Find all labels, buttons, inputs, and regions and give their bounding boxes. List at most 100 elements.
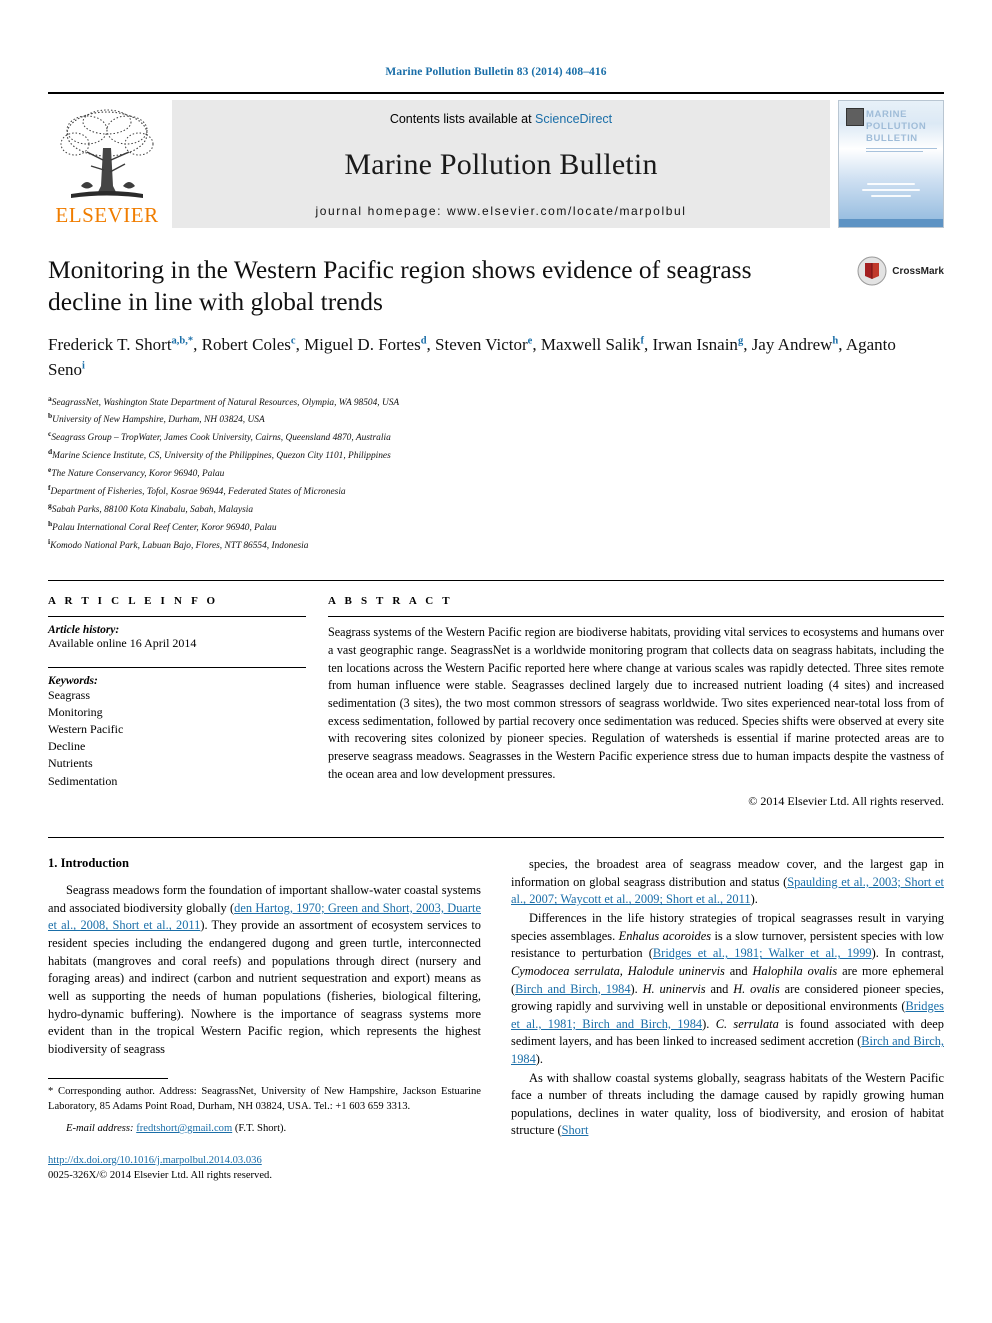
citation-link[interactable]: Short xyxy=(562,1123,589,1137)
crossmark-badge[interactable]: CrossMark xyxy=(857,256,944,286)
citation-link[interactable]: Birch and Birch, 1984 xyxy=(515,982,630,996)
body-paragraph: As with shallow coastal systems globally… xyxy=(511,1070,944,1140)
paragraph-text: ). xyxy=(535,1051,544,1066)
paragraph-text: ). In contrast, xyxy=(871,946,944,961)
journal-homepage[interactable]: journal homepage: www.elsevier.com/locat… xyxy=(315,204,686,218)
paragraph-text: ). xyxy=(750,892,758,907)
cover-badge-icon xyxy=(846,108,864,126)
keyword-item: Decline xyxy=(48,739,86,754)
cover-title-line1: MARINE xyxy=(866,109,908,120)
elsevier-logo: ELSEVIER xyxy=(48,100,166,228)
email-label: E-mail address: xyxy=(66,1123,134,1135)
author-affiliation-marker: f xyxy=(640,335,644,347)
doi-link[interactable]: http://dx.doi.org/10.1016/j.marpolbul.20… xyxy=(48,1155,262,1166)
citation-link[interactable]: Bridges et al., 1981; Walker et al., 199… xyxy=(653,946,872,960)
keyword-item: Monitoring xyxy=(48,705,103,720)
running-head: Marine Pollution Bulletin 83 (2014) 408–… xyxy=(385,66,607,78)
author-name: Jay Andrew xyxy=(751,335,833,355)
body-paragraph: species, the broadest area of seagrass m… xyxy=(511,856,944,909)
keywords-list: Seagrass Monitoring Western Pacific Decline… xyxy=(48,687,306,789)
sciencedirect-link[interactable]: ScienceDirect xyxy=(535,112,612,126)
issn-copyright-line: 0025-326X/© 2014 Elsevier Ltd. All right… xyxy=(48,1170,273,1182)
affiliation-item: fDepartment of Fisheries, Tofol, Kosrae … xyxy=(48,483,346,498)
author-affiliation-marker: i xyxy=(82,360,85,372)
author-list: Frederick T. Shorta,b,*, Robert Colesc, … xyxy=(48,335,896,379)
page-title: Monitoring in the Western Pacific region… xyxy=(48,255,752,316)
author-affiliation-marker: h xyxy=(832,335,839,347)
affiliation-item: dMarine Science Institute, CS, Universit… xyxy=(48,447,391,462)
keywords-rule xyxy=(48,667,306,669)
body-paragraph: Differences in the life history strategi… xyxy=(511,910,944,1068)
affiliation-marker: b xyxy=(48,411,53,421)
keywords-label: Keywords: xyxy=(48,675,98,688)
keyword-item: Nutrients xyxy=(48,756,93,771)
body-columns: 1. Introduction Seagrass meadows form th… xyxy=(48,837,944,1183)
affiliation-item: cSeagrass Group – TropWater, James Cook … xyxy=(48,429,391,444)
species-name: H. uninervis xyxy=(642,981,706,996)
article-info-heading: A R T I C L E I N F O xyxy=(48,595,219,608)
affiliation-item: bUniversity of New Hampshire, Durham, NH… xyxy=(48,411,265,426)
keywords-block: Keywords: Seagrass Monitoring Western Paci… xyxy=(48,667,306,789)
right-column-paragraphs: species, the broadest area of seagrass m… xyxy=(511,856,944,1140)
cover-wave-graphic xyxy=(857,183,925,201)
affiliation-item: eThe Nature Conservancy, Koror 96940, Pa… xyxy=(48,465,225,480)
species-name: Enhalus acoroides xyxy=(618,928,712,943)
info-abstract-section: A R T I C L E I N F O Article history: A… xyxy=(48,580,944,809)
article-info-rule xyxy=(48,616,306,618)
abstract-rule xyxy=(328,616,944,618)
author-affiliation-marker: d xyxy=(420,335,427,347)
paragraph-text: and xyxy=(705,981,734,996)
author-name: Irwan Isnain xyxy=(652,335,738,355)
journal-masthead: ELSEVIER Contents lists available at Sci… xyxy=(48,92,944,228)
affiliation-item: hPalau International Coral Reef Center, … xyxy=(48,519,277,534)
journal-article-page: Marine Pollution Bulletin 83 (2014) 408–… xyxy=(0,0,992,1323)
author-name: Frederick T. Short xyxy=(48,335,172,355)
species-name: Halophila ovalis xyxy=(752,963,838,978)
affiliation-list: aSeagrassNet, Washington State Departmen… xyxy=(48,393,944,555)
affiliation-marker: e xyxy=(48,465,52,475)
email-link[interactable]: fredtshort@gmail.com xyxy=(136,1123,232,1134)
cover-bottom-strip xyxy=(839,219,943,227)
affiliation-item: iKomodo National Park, Labuan Bajo, Flor… xyxy=(48,537,309,552)
body-paragraph: Seagrass meadows form the foundation of … xyxy=(48,882,481,1058)
affiliation-marker: c xyxy=(48,429,52,439)
corresponding-author-note: * Corresponding author. Address: Seagras… xyxy=(48,1086,481,1113)
journal-title: Marine Pollution Bulletin xyxy=(344,148,658,181)
section-heading-introduction: 1. Introduction xyxy=(48,856,129,871)
affiliation-marker: d xyxy=(48,447,53,457)
title-area: Monitoring in the Western Pacific region… xyxy=(48,254,944,317)
keyword-item: Sedimentation xyxy=(48,773,118,788)
body-column-left: 1. Introduction Seagrass meadows form th… xyxy=(48,856,481,1183)
doi-block: http://dx.doi.org/10.1016/j.marpolbul.20… xyxy=(48,1153,481,1184)
affiliation-marker: h xyxy=(48,519,53,529)
article-history-label: Article history: xyxy=(48,624,120,637)
cover-title-line2: POLLUTION xyxy=(866,121,927,133)
abstract-heading: A B S T R A C T xyxy=(328,595,453,608)
keyword-item: Western Pacific xyxy=(48,722,124,737)
affiliation-item: aSeagrassNet, Washington State Departmen… xyxy=(48,393,400,408)
email-suffix: (F.T. Short). xyxy=(234,1123,287,1135)
author-affiliation-marker: c xyxy=(290,335,296,347)
abstract-column: A B S T R A C T Seagrass systems of the … xyxy=(328,595,944,809)
cover-divider xyxy=(866,148,937,150)
keyword-item: Seagrass xyxy=(48,688,90,703)
article-history-value: Available online 16 April 2014 xyxy=(48,636,197,651)
species-name: Cymodocea serrulata, Halodule uninervis xyxy=(511,963,725,978)
article-info-column: A R T I C L E I N F O Article history: A… xyxy=(48,595,328,809)
affiliation-marker: f xyxy=(48,483,51,493)
affiliation-marker: i xyxy=(48,537,51,547)
footnote-area: * Corresponding author. Address: Seagras… xyxy=(48,1074,481,1183)
cover-title: MARINE POLLUTION BULLETIN xyxy=(866,109,937,153)
journal-cover-thumbnail: MARINE POLLUTION BULLETIN xyxy=(838,100,944,228)
species-name: C. serrulata xyxy=(715,1016,779,1031)
abstract-copyright: © 2014 Elsevier Ltd. All rights reserved… xyxy=(748,794,944,809)
body-column-right: species, the broadest area of seagrass m… xyxy=(511,856,944,1183)
crossmark-label: CrossMark xyxy=(892,265,944,277)
author-affiliation-marker: a,b,* xyxy=(171,335,194,347)
left-column-paragraphs: Seagrass meadows form the foundation of … xyxy=(48,882,481,1058)
paragraph-text: ). They provide an assortment of ecosyst… xyxy=(48,918,482,1056)
author-name: Robert Coles xyxy=(201,335,291,355)
footnote-rule xyxy=(48,1078,168,1080)
elsevier-tree-icon xyxy=(60,109,154,198)
paragraph-text: and xyxy=(724,963,753,978)
